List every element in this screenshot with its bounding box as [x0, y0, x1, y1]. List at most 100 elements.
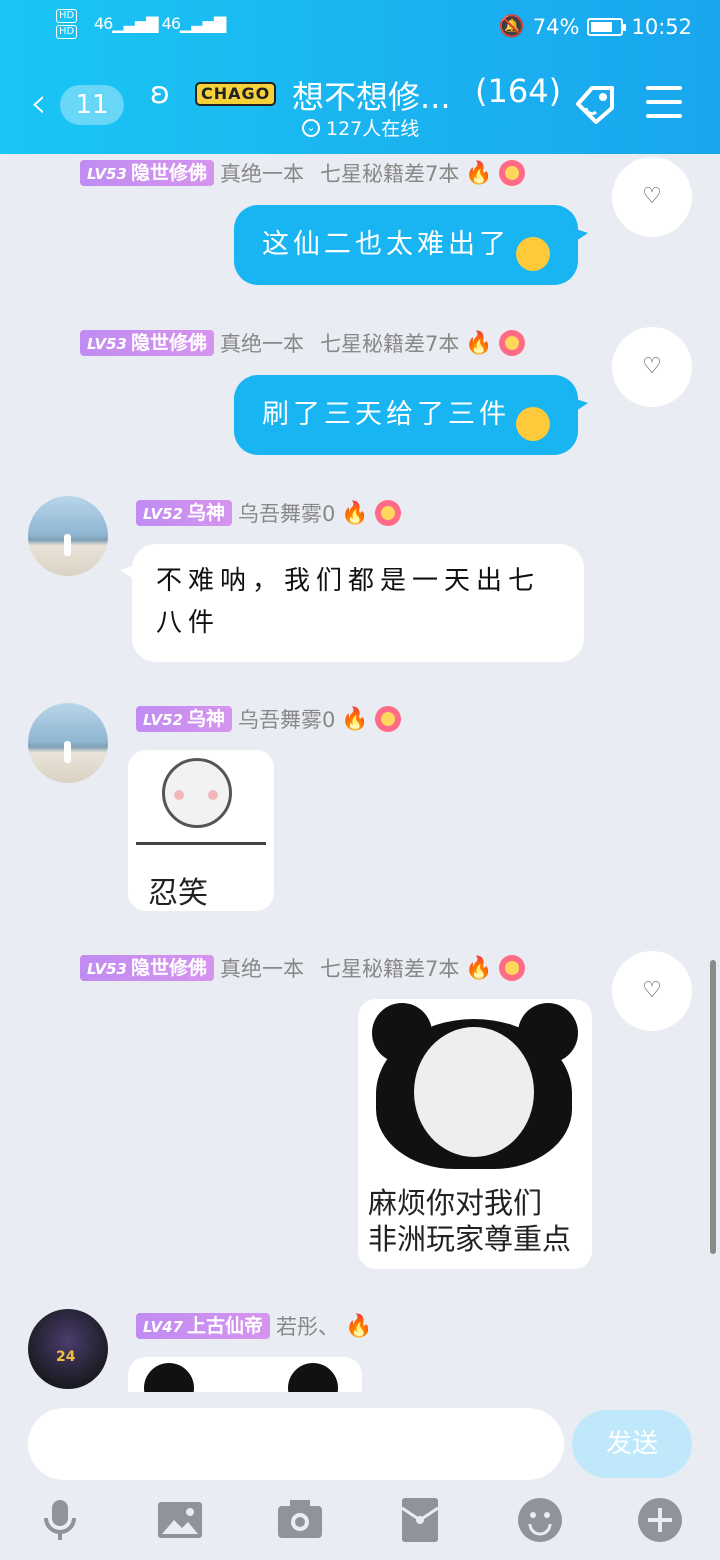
flower-icon [374, 706, 401, 732]
message-text: 刷了三天给了三件 [262, 399, 510, 430]
flower-icon [498, 160, 525, 186]
sender-name[interactable]: 真绝一本 [220, 953, 304, 983]
level-label: LV53 [87, 335, 127, 353]
sender-name[interactable]: 真绝一本 [220, 328, 304, 358]
level-badge: LV53 隐世修佛 [80, 955, 214, 981]
message-input[interactable] [28, 1408, 564, 1480]
scrollbar[interactable] [710, 960, 716, 1254]
level-badge: LV52 乌神 [136, 500, 232, 526]
avatar[interactable] [28, 1309, 108, 1389]
image-icon[interactable] [156, 1496, 204, 1544]
avatar[interactable] [28, 703, 108, 783]
badge-title: 隐世修佛 [130, 957, 207, 979]
chevron-down-icon: ⌄ [302, 118, 320, 137]
battery-icon [587, 17, 627, 36]
sender-name[interactable]: 乌吾舞雾0 [238, 498, 335, 528]
sender-name[interactable]: 乌吾舞雾0 [238, 704, 335, 734]
badge-title: 上古仙帝 [186, 1315, 263, 1337]
badge-title: 隐世修佛 [130, 332, 207, 354]
sticker-caption-line: 麻烦你对我们 [368, 1186, 543, 1220]
emoji-smile-icon[interactable] [516, 1496, 564, 1544]
send-button[interactable]: 发送 [572, 1410, 692, 1478]
sender-name[interactable]: 真绝一本 [220, 158, 304, 188]
status-bar: HD HD 46▁▃▅▇ 46▁▃▅▇ 🔕 74% 10:52 [0, 0, 720, 54]
sticker-blush [208, 790, 218, 800]
sender-title: 七星秘籍差7本 [320, 162, 460, 186]
sticker-image[interactable]: 麻烦你对我们 非洲玩家尊重点 [358, 999, 592, 1269]
hd-badge-2: HD [56, 25, 78, 39]
fire-icon: 🔥 [345, 1313, 373, 1339]
message-meta: LV53 隐世修佛 真绝一本 七星秘籍差7本 🔥 [80, 328, 525, 358]
tag-icon[interactable] [572, 82, 618, 124]
back-arrow-icon[interactable]: ‹ [30, 82, 47, 124]
emoji-icon [516, 406, 550, 441]
chat-header: HD HD 46▁▃▅▇ 46▁▃▅▇ 🔕 74% 10:52 ‹ 11 ʚ C… [0, 0, 720, 154]
status-right: 🔕 74% 10:52 [499, 14, 692, 39]
sticker-arms [136, 842, 266, 866]
sticker-image[interactable] [128, 1357, 362, 1392]
level-label: LV52 [143, 505, 183, 523]
flower-icon [374, 500, 401, 526]
level-label: LV53 [87, 960, 127, 978]
signal-label-2: 46 [161, 14, 181, 33]
input-bar: 发送 [0, 1392, 720, 1560]
level-label: LV52 [143, 711, 183, 729]
battery-fill [591, 21, 613, 32]
signal-icon: 46▁▃▅▇ 46▁▃▅▇ [94, 14, 226, 33]
level-label: LV53 [87, 165, 127, 183]
heart-icon[interactable]: ♡ [612, 157, 692, 237]
sticker-face [162, 758, 232, 828]
badge-title: 隐世修佛 [130, 162, 207, 184]
battery-percent: 74% [532, 14, 580, 39]
level-badge: LV53 隐世修佛 [80, 330, 214, 356]
mute-bell-icon: 🔕 [498, 14, 525, 38]
sticker-caption: 麻烦你对我们 非洲玩家尊重点 [368, 1185, 592, 1257]
online-count: 127人在线 [326, 118, 420, 140]
hd-badge-1: HD [56, 9, 78, 23]
message-bubble[interactable]: 不难呐，我们都是一天出七八件 [120, 544, 584, 662]
clock: 10:52 [631, 14, 692, 39]
group-member-count[interactable]: (164) [475, 72, 561, 110]
brand-logo: CHAGO [195, 82, 277, 106]
red-packet-icon[interactable] [396, 1496, 444, 1544]
heart-icon[interactable]: ♡ [612, 327, 692, 407]
sticker-caption: 忍笑 [148, 876, 208, 911]
level-badge: LV53 隐世修佛 [80, 160, 214, 186]
sticker-caption-line: 非洲玩家尊重点 [368, 1222, 572, 1256]
message-text: 这仙二也太难出了 [262, 229, 510, 260]
sender-name[interactable]: 若彤、 [276, 1311, 339, 1341]
ear-icon[interactable]: ʚ [150, 76, 170, 111]
toolbar [0, 1496, 720, 1552]
message-bubble[interactable]: 刷了三天给了三件 [234, 375, 588, 455]
unread-count-badge[interactable]: 11 [60, 85, 124, 125]
fire-icon: 🔥 [341, 706, 369, 732]
fire-icon: 🔥 [341, 500, 369, 526]
badge-title: 乌神 [186, 502, 225, 524]
group-title[interactable]: 想不想修... [292, 72, 451, 118]
menu-icon[interactable] [646, 86, 682, 118]
signal-label-1: 46 [94, 14, 113, 33]
message-meta: LV52 乌神 乌吾舞雾0 🔥 [136, 704, 401, 734]
fire-icon: 🔥 [465, 160, 493, 186]
online-indicator[interactable]: ⌄ 127人在线 [302, 114, 419, 141]
flower-icon [498, 955, 525, 981]
plus-icon[interactable] [636, 1496, 684, 1544]
heart-icon[interactable]: ♡ [612, 951, 692, 1031]
message-bubble[interactable]: 这仙二也太难出了 [234, 205, 588, 285]
message-meta: LV47 上古仙帝 若彤、 🔥 [136, 1311, 372, 1341]
level-badge: LV52 乌神 [136, 706, 232, 732]
message-meta: LV53 隐世修佛 真绝一本 七星秘籍差7本 🔥 [80, 158, 525, 188]
message-text: 不难呐，我们都是一天出七八件 [156, 566, 541, 638]
panda-ear [288, 1363, 338, 1392]
avatar[interactable] [28, 496, 108, 576]
level-badge: LV47 上古仙帝 [136, 1313, 270, 1339]
message-meta: LV52 乌神 乌吾舞雾0 🔥 [136, 498, 401, 528]
fire-icon: 🔥 [465, 955, 493, 981]
message-meta: LV53 隐世修佛 真绝一本 七星秘籍差7本 🔥 [80, 953, 525, 983]
sticker-image[interactable]: 忍笑 [128, 750, 274, 911]
camera-icon[interactable] [276, 1496, 324, 1544]
sender-title: 七星秘籍差7本 [320, 332, 460, 356]
fire-icon: 🔥 [465, 330, 493, 356]
sim-indicators: HD HD [56, 9, 78, 41]
microphone-icon[interactable] [36, 1496, 84, 1544]
